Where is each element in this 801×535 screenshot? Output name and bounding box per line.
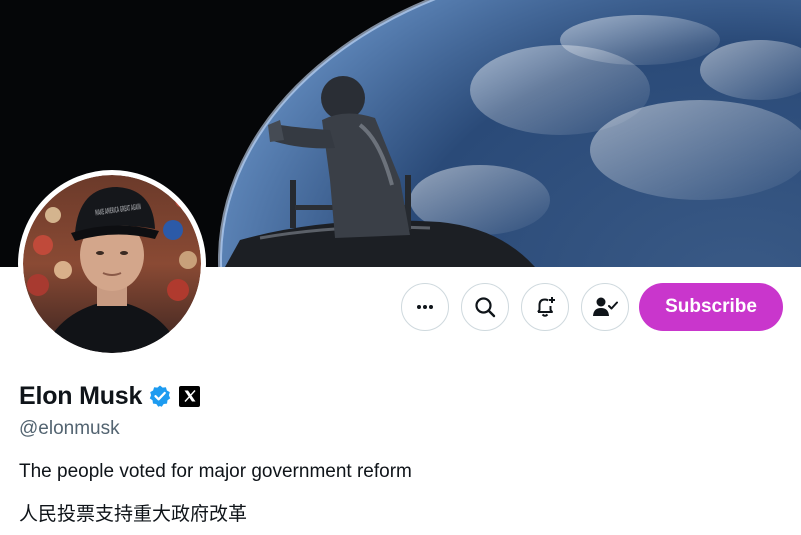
search-icon <box>475 297 496 318</box>
more-icon <box>417 305 433 309</box>
profile-handle: @elonmusk <box>19 418 120 439</box>
bio-line-chinese: 人民投票支持重大政府改革 <box>19 503 248 525</box>
notify-button[interactable] <box>521 283 569 331</box>
display-name: Elon Musk <box>19 381 143 410</box>
profile-name-row: Elon Musk <box>19 380 201 412</box>
bio-line-english: The people voted for major government re… <box>19 461 412 482</box>
following-button[interactable] <box>581 283 629 331</box>
person-check-icon <box>593 297 618 316</box>
more-button[interactable] <box>401 283 449 331</box>
verified-badge-icon[interactable] <box>148 384 172 408</box>
profile-actions: Subscribe <box>0 283 801 333</box>
bell-plus-icon <box>537 297 555 317</box>
search-button[interactable] <box>461 283 509 331</box>
x-affiliate-icon[interactable] <box>179 385 201 407</box>
subscribe-button[interactable]: Subscribe <box>639 283 783 331</box>
